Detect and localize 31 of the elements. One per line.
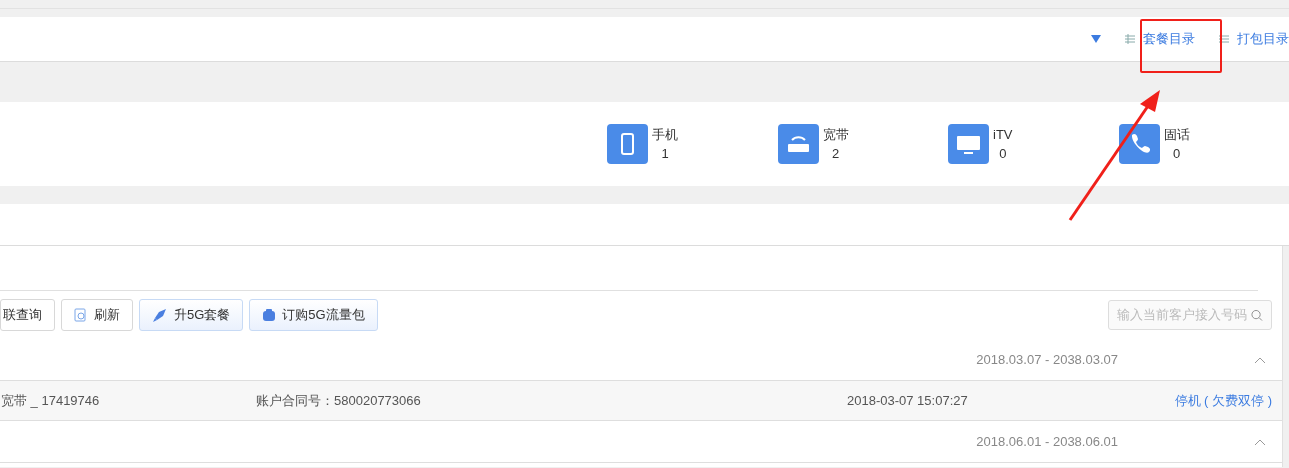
stat-label: 手机 <box>652 125 678 144</box>
toolbar-button[interactable]: 联查询 <box>0 299 55 331</box>
bag-icon <box>262 308 277 322</box>
toolbar-button[interactable]: 订购5G流量包 <box>249 299 378 331</box>
grid-icon <box>1125 34 1135 44</box>
period-text: 2018.06.01 - 2038.06.01 <box>976 432 1118 451</box>
rocket-icon <box>152 307 168 323</box>
tv-icon <box>948 124 989 164</box>
stat-label: 宽带 <box>822 125 849 144</box>
stat-count: 0 <box>1172 145 1181 163</box>
collapse-icon[interactable] <box>1254 437 1266 446</box>
stat-label: iTV <box>993 125 1013 144</box>
stat-count: 1 <box>661 145 669 163</box>
collapse-icon[interactable] <box>1254 355 1266 364</box>
broadband-icon <box>777 124 819 164</box>
catalog-link[interactable]: 套餐目录 <box>1125 29 1195 49</box>
phone-icon <box>607 124 648 164</box>
landline-icon <box>1118 124 1160 164</box>
toolbar-button[interactable]: 刷新 <box>61 299 133 331</box>
contract-number: 账户合同号：580020773066 <box>256 391 422 410</box>
status-link[interactable]: 停机 ( 欠费双停 ) <box>1174 390 1272 411</box>
dropdown-icon[interactable] <box>1091 35 1101 43</box>
toolbar-button[interactable]: 升5G套餐 <box>139 299 244 331</box>
period-text: 2018.03.07 - 2038.03.07 <box>976 350 1118 369</box>
stat-label: 固话 <box>1163 125 1190 144</box>
stat-count: 2 <box>831 145 840 163</box>
list-icon <box>1219 34 1229 44</box>
stat-count: 0 <box>999 145 1007 163</box>
service-name: 宽带 _ 17419746 <box>0 391 101 410</box>
catalog-link[interactable]: 打包目录 <box>1219 29 1289 49</box>
start-time: 2018-03-07 15:07:27 <box>847 391 968 410</box>
